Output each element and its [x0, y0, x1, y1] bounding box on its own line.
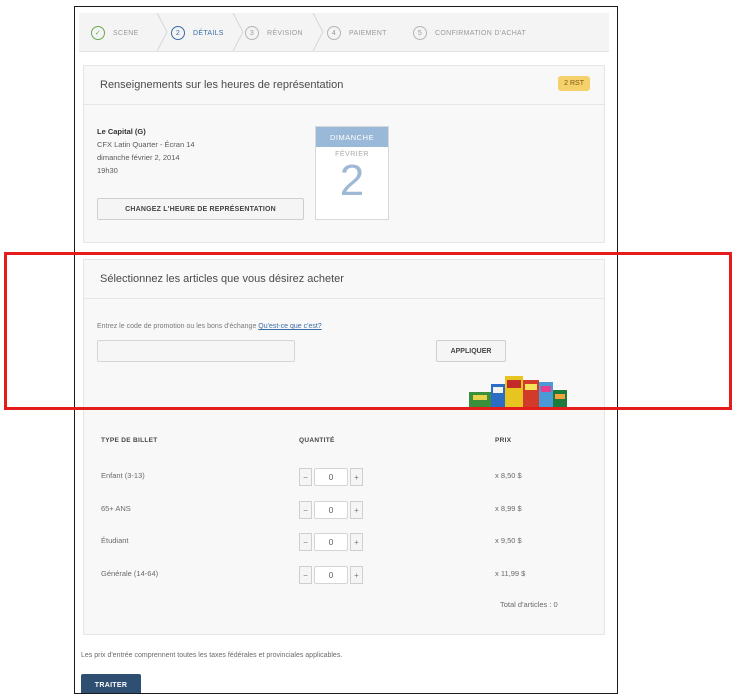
step-number: 4 — [327, 26, 341, 40]
show-date: dimanche février 2, 2014 — [97, 153, 180, 162]
step-number: 3 — [245, 26, 259, 40]
ticket-type-label: Étudiant — [101, 536, 129, 545]
chevron-right-icon — [312, 13, 324, 51]
quantity-field[interactable]: 0 — [314, 533, 348, 551]
promo-text: Entrez le code de promotion ou les bons … — [97, 323, 257, 330]
ticket-type-label: 65+ ANS — [101, 504, 131, 513]
promo-help-link[interactable]: Qu'est-ce que c'est? — [258, 323, 321, 330]
step-label: PAIEMENT — [349, 29, 387, 37]
decrement-button[interactable]: − — [299, 533, 312, 551]
step-number: 5 — [413, 26, 427, 40]
show-time: 19h30 — [97, 166, 118, 175]
submit-button[interactable]: TRAITER — [81, 674, 141, 693]
step-scene[interactable]: ✓ SCENE — [91, 23, 139, 43]
header-quantity: QUANTITÉ — [299, 437, 335, 444]
rst-badge: 2 RST — [558, 76, 590, 91]
increment-button[interactable]: + — [350, 533, 363, 551]
increment-button[interactable]: + — [350, 501, 363, 519]
decrement-button[interactable]: − — [299, 501, 312, 519]
ticket-price: x 8,99 $ — [495, 504, 522, 513]
quantity-stepper: − 0 + — [299, 532, 375, 552]
quantity-field[interactable]: 0 — [314, 468, 348, 486]
change-showtime-button[interactable]: CHANGEZ L'HEURE DE REPRÉSENTATION — [97, 198, 304, 220]
snack-products-image — [469, 376, 567, 408]
header-ticket-type: TYPE DE BILLET — [101, 437, 158, 444]
venue-info: Le Capital (G) CFX Latin Quarter - Écran… — [97, 125, 195, 177]
tax-note: Les prix d'entrée comprennent toutes les… — [81, 652, 343, 659]
items-total: Total d'articles : 0 — [500, 600, 558, 609]
purchase-title-text: Sélectionnez les articles que vous désir… — [100, 273, 344, 285]
calendar-day: 2 — [339, 156, 365, 205]
calendar-weekday: DIMANCHE — [316, 127, 388, 147]
step-check-icon: ✓ — [91, 26, 105, 40]
quantity-stepper: − 0 + — [299, 565, 375, 585]
step-label: RÉVISION — [267, 29, 303, 37]
purchase-title: Sélectionnez les articles que vous désir… — [84, 260, 604, 299]
checkout-steps: ✓ SCENE 2 DÉTAILS 3 RÉVISION 4 PAIEMENT … — [79, 13, 609, 52]
ticket-price: x 9,50 $ — [495, 536, 522, 545]
step-label: CONFIRMATION D'ACHAT — [435, 29, 527, 37]
promo-code-input[interactable] — [97, 340, 295, 362]
step-confirmation[interactable]: 5 CONFIRMATION D'ACHAT — [413, 23, 526, 43]
ticket-price: x 8,50 $ — [495, 471, 522, 480]
step-details[interactable]: 2 DÉTAILS — [171, 23, 224, 43]
promo-instructions: Entrez le code de promotion ou les bons … — [97, 323, 322, 330]
chevron-right-icon — [156, 13, 168, 51]
calendar-date: DIMANCHE FÉVRIER 2 — [315, 126, 389, 220]
step-label: DÉTAILS — [193, 29, 224, 37]
page-frame: ✓ SCENE 2 DÉTAILS 3 RÉVISION 4 PAIEMENT … — [74, 6, 618, 694]
ticket-price: x 11,99 $ — [495, 569, 526, 578]
step-review[interactable]: 3 RÉVISION — [245, 23, 303, 43]
showtime-title: Renseignements sur les heures de représe… — [84, 66, 604, 105]
step-number: 2 — [171, 26, 185, 40]
showtime-title-text: Renseignements sur les heures de représe… — [100, 79, 344, 91]
decrement-button[interactable]: − — [299, 566, 312, 584]
venue-screen: CFX Latin Quarter - Écran 14 — [97, 140, 195, 149]
venue-name: Le Capital (G) — [97, 127, 146, 136]
quantity-stepper: − 0 + — [299, 500, 375, 520]
chevron-right-icon — [232, 13, 244, 51]
increment-button[interactable]: + — [350, 468, 363, 486]
header-price: PRIX — [495, 437, 512, 444]
quantity-field[interactable]: 0 — [314, 566, 348, 584]
ticket-type-label: Enfant (3-13) — [101, 471, 145, 480]
apply-button[interactable]: APPLIQUER — [436, 340, 506, 362]
ticket-type-label: Générale (14-64) — [101, 569, 159, 578]
step-payment[interactable]: 4 PAIEMENT — [327, 23, 387, 43]
decrement-button[interactable]: − — [299, 468, 312, 486]
increment-button[interactable]: + — [350, 566, 363, 584]
quantity-stepper: − 0 + — [299, 467, 375, 487]
quantity-field[interactable]: 0 — [314, 501, 348, 519]
step-label: SCENE — [113, 29, 139, 37]
